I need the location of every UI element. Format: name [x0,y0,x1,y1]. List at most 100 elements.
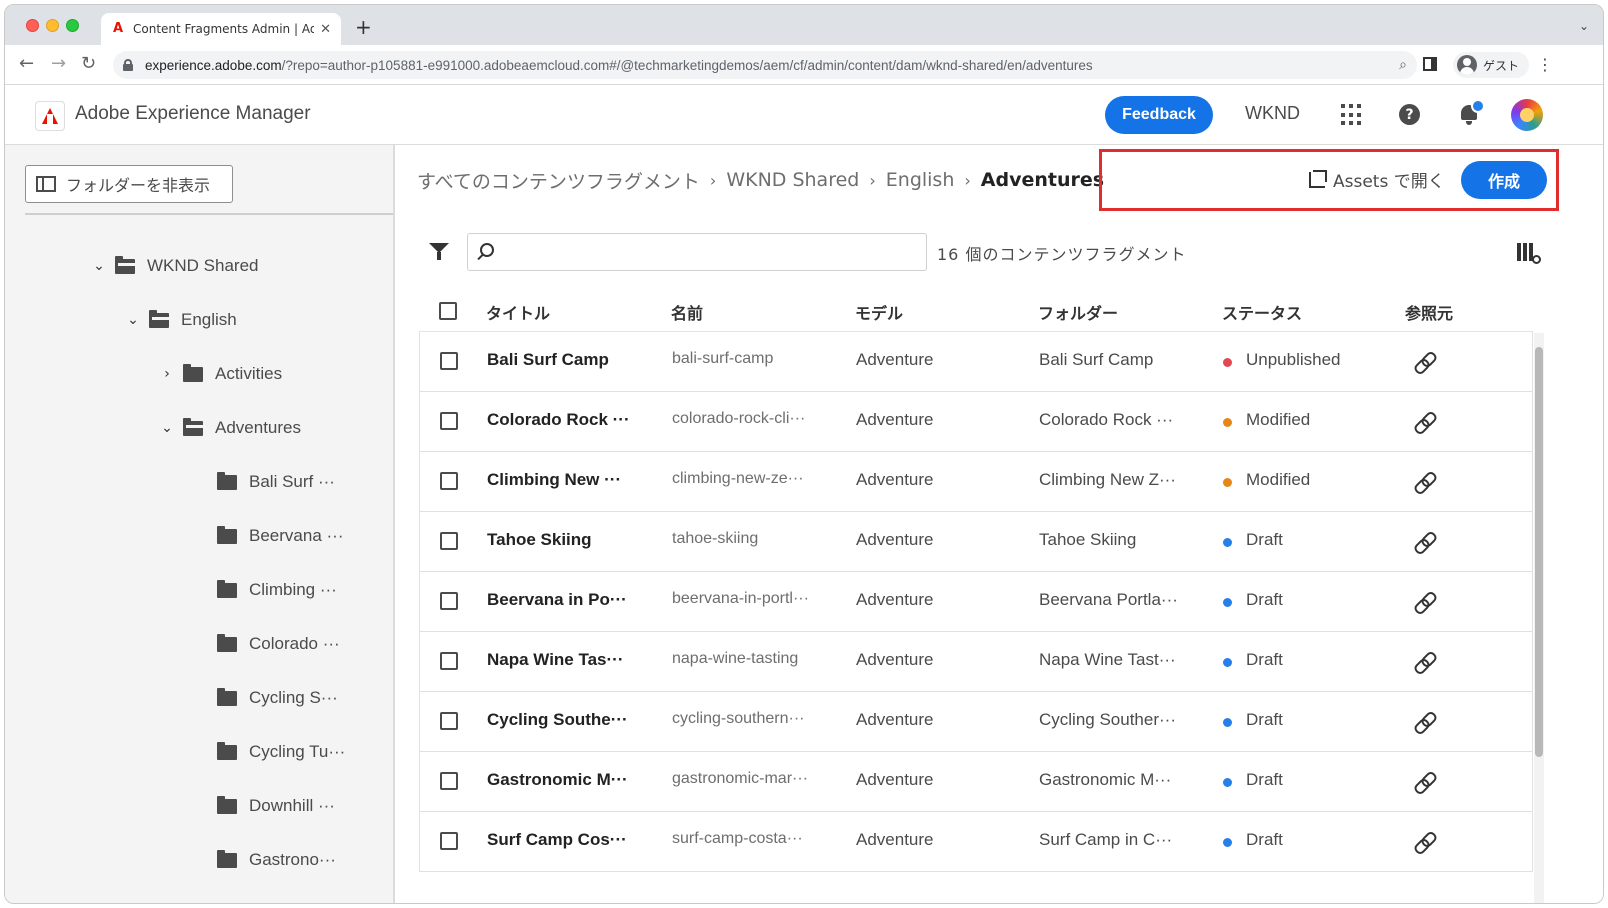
help-icon[interactable]: ? [1399,104,1420,125]
create-button[interactable]: 作成 [1461,161,1547,199]
adobe-logo-icon[interactable] [35,101,65,131]
url-text[interactable]: experience.adobe.com/?repo=author-p10588… [145,58,1399,73]
cell-title[interactable]: Surf Camp Cos··· [487,830,627,850]
profile-button[interactable]: ゲスト [1453,52,1530,78]
link-icon[interactable] [1414,412,1436,432]
link-icon[interactable] [1414,652,1436,672]
row-checkbox[interactable] [440,592,458,610]
cell-title[interactable]: Bali Surf Camp [487,350,609,370]
close-icon[interactable]: ✕ [320,22,331,37]
link-icon[interactable] [1414,592,1436,612]
cell-status: Modified [1246,470,1311,489]
link-icon[interactable] [1414,832,1436,852]
chevron-down-icon[interactable]: ⌄ [161,420,173,436]
link-icon[interactable] [1414,352,1436,372]
column-header-title[interactable]: タイトル [486,300,550,324]
table-row[interactable]: Napa Wine Tas··· napa-wine-tasting Adventu… [419,632,1533,692]
open-in-assets-button[interactable]: Assets で開く [1309,167,1445,192]
table-row[interactable]: Cycling Southe··· cycling-southern··· Adve… [419,692,1533,752]
row-checkbox[interactable] [440,712,458,730]
tree-item-beervana[interactable]: Beervana ··· [217,521,343,551]
chevron-down-icon[interactable]: ⌄ [1579,19,1589,33]
apps-grid-icon[interactable] [1341,104,1363,126]
cell-title[interactable]: Napa Wine Tas··· [487,650,624,670]
browser-toolbar: ← → ↻ experience.adobe.com/?repo=author-… [5,45,1603,85]
column-header-model[interactable]: モデル [855,300,903,324]
cell-title[interactable]: Cycling Southe··· [487,710,628,730]
tree-item-cycling-s[interactable]: Cycling S··· [217,683,338,713]
table-row[interactable]: Tahoe Skiing tahoe-skiing Adventure Tahoe S… [419,512,1533,572]
cell-title[interactable]: Beervana in Po··· [487,590,627,610]
row-checkbox[interactable] [440,412,458,430]
column-header-folder[interactable]: フォルダー [1038,300,1118,324]
table-row[interactable]: Colorado Rock ··· colorado-rock-cli··· Adv… [419,392,1533,452]
kebab-menu-icon[interactable]: ⋮ [1537,55,1553,74]
tree-item-english[interactable]: ⌄ English [127,305,237,335]
column-header-name[interactable]: 名前 [671,300,703,324]
forward-arrow-icon[interactable]: → [51,54,66,74]
row-checkbox[interactable] [440,532,458,550]
status-dot-icon [1223,838,1232,847]
row-checkbox[interactable] [440,832,458,850]
search-input[interactable] [508,240,918,264]
scrollbar[interactable] [1534,333,1544,903]
cell-title[interactable]: Climbing New ··· [487,470,621,490]
org-switcher[interactable]: WKND [1245,103,1300,124]
link-icon[interactable] [1414,772,1436,792]
table-row[interactable]: Climbing New ··· climbing-new-ze··· Advent… [419,452,1533,512]
table-row[interactable]: Beervana in Po··· beervana-in-portl··· Adv… [419,572,1533,632]
tree-item-adventures[interactable]: ⌄ Adventures [161,413,301,443]
tree-item-activities[interactable]: › Activities [161,359,282,389]
filter-icon[interactable] [429,243,449,260]
tree-item-colorado[interactable]: Colorado ··· [217,629,340,659]
tree-item-downhill[interactable]: Downhill ··· [217,791,335,821]
cell-title[interactable]: Gastronomic M··· [487,770,628,790]
row-checkbox[interactable] [440,772,458,790]
table-row[interactable]: Gastronomic M··· gastronomic-mar··· Advent… [419,752,1533,812]
link-icon[interactable] [1414,712,1436,732]
column-header-referenced-by[interactable]: 参照元 [1405,300,1453,324]
feedback-button[interactable]: Feedback [1105,96,1213,134]
table-row[interactable]: Surf Camp Cos··· surf-camp-costa··· Advent… [419,812,1533,872]
chevron-down-icon[interactable]: ⌄ [127,312,139,328]
chevron-right-icon[interactable]: › [161,366,173,382]
minimize-window-button[interactable] [46,19,59,32]
user-avatar[interactable] [1511,99,1543,131]
lock-icon[interactable] [123,59,133,71]
new-tab-button[interactable]: + [355,17,372,37]
side-panel-icon[interactable] [1423,57,1437,71]
table-row[interactable]: Bali Surf Camp bali-surf-camp Adventure Bal… [419,332,1533,392]
tree-item-wknd-shared[interactable]: ⌄ WKND Shared [93,251,258,281]
cell-title[interactable]: Colorado Rock ··· [487,410,630,430]
close-window-button[interactable] [26,19,39,32]
breadcrumb-english[interactable]: English [886,169,955,191]
column-header-status[interactable]: ステータス [1222,300,1302,324]
folder-icon [217,579,237,598]
link-icon[interactable] [1414,472,1436,492]
row-checkbox[interactable] [440,652,458,670]
row-checkbox[interactable] [440,352,458,370]
browser-tab[interactable]: A Content Fragments Admin | Ad ✕ [101,13,341,45]
link-icon[interactable] [1414,532,1436,552]
status-dot-icon [1223,418,1232,427]
reload-icon[interactable]: ↻ [81,54,96,74]
search-field[interactable] [467,233,927,271]
maximize-window-button[interactable] [66,19,79,32]
chevron-down-icon[interactable]: ⌄ [93,258,105,274]
hide-folders-button[interactable]: フォルダーを非表示 [25,165,233,203]
tree-item-gastronomic[interactable]: Gastrono··· [217,845,336,875]
cell-title[interactable]: Tahoe Skiing [487,530,592,550]
breadcrumb-wknd-shared[interactable]: WKND Shared [726,169,859,191]
tree-item-bali-surf[interactable]: Bali Surf ··· [217,467,335,497]
breadcrumb-all-fragments[interactable]: すべてのコンテンツフラグメント [417,167,700,194]
tree-item-climbing[interactable]: Climbing ··· [217,575,337,605]
cell-folder: Climbing New Z··· [1039,470,1176,489]
row-checkbox[interactable] [440,472,458,490]
zoom-icon[interactable]: ⌕ [1399,57,1407,73]
tree-item-cycling-tu[interactable]: Cycling Tu··· [217,737,345,767]
back-arrow-icon[interactable]: ← [19,54,34,74]
address-bar[interactable]: experience.adobe.com/?repo=author-p10588… [113,51,1417,79]
column-settings-icon[interactable] [1517,243,1541,264]
scrollbar-thumb[interactable] [1535,347,1543,757]
select-all-checkbox[interactable] [439,302,457,320]
